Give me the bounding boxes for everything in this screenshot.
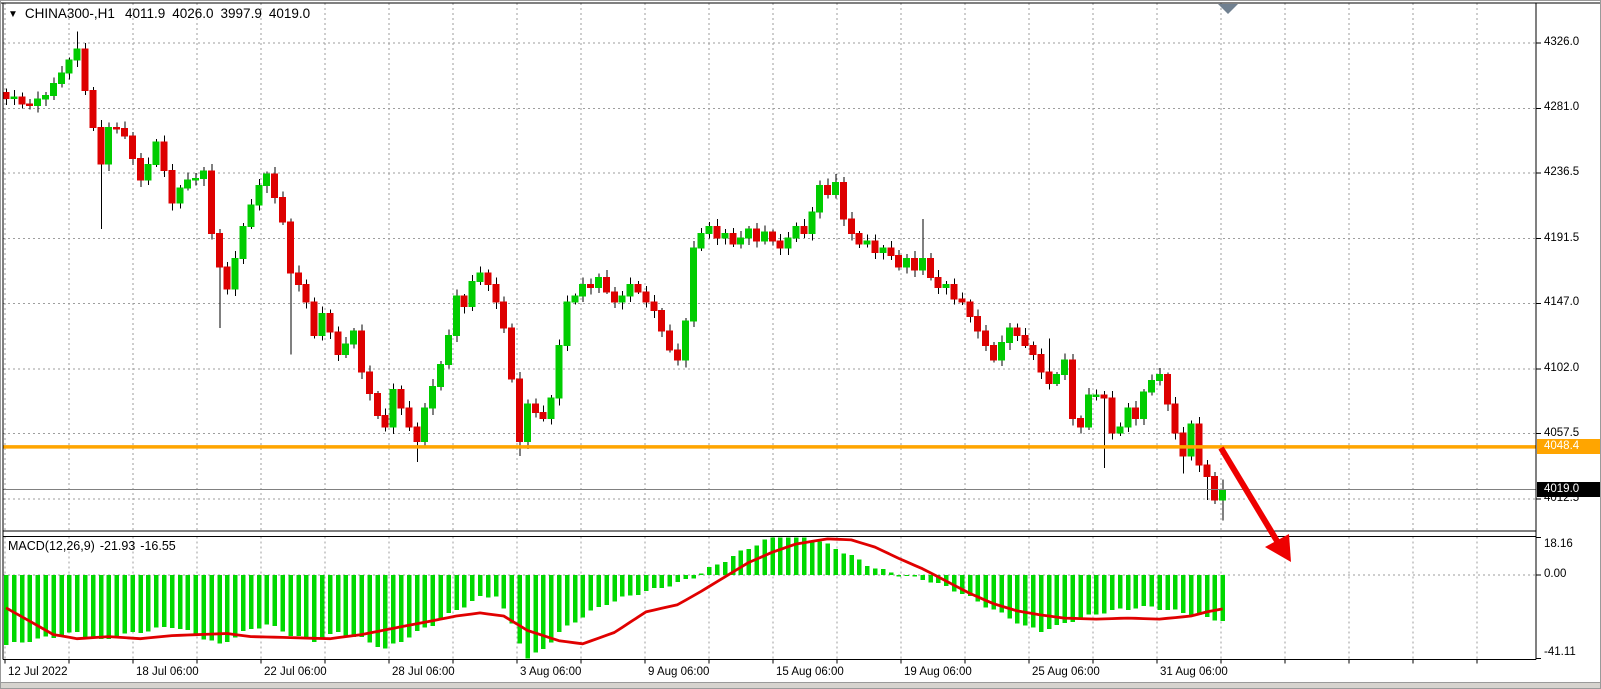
time-axis-label: 3 Aug 06:00 — [520, 666, 581, 678]
macd-value: -21.93 — [100, 539, 135, 553]
macd-scale-label: 18.16 — [1544, 538, 1573, 550]
macd-name: MACD(12,26,9) — [8, 539, 95, 553]
time-axis-label: 22 Jul 06:00 — [264, 666, 327, 678]
chart-title: ▼ CHINA300-,H1 4011.9 4026.0 3997.9 4019.0 — [8, 6, 317, 21]
time-axis-label: 28 Jul 06:00 — [392, 666, 455, 678]
ohlc-low: 3997.9 — [221, 6, 262, 21]
price-axis-label: 4236.5 — [1544, 166, 1579, 178]
hline-price-badge: 4048.4 — [1537, 439, 1601, 454]
macd-indicator-label: MACD(12,26,9) -21.93 -16.55 — [8, 539, 181, 553]
price-axis-label: 4326.0 — [1544, 36, 1579, 48]
time-axis-label: 25 Aug 06:00 — [1032, 666, 1100, 678]
price-axis-label: 4147.0 — [1544, 296, 1579, 308]
ohlc-close: 4019.0 — [269, 6, 310, 21]
trading-chart-window: ▼ CHINA300-,H1 4011.9 4026.0 3997.9 4019.0 MA… — [0, 0, 1601, 689]
gridlines — [3, 3, 1536, 660]
ohlc-open: 4011.9 — [125, 6, 165, 21]
symbol-period-label: CHINA300-,H1 — [25, 6, 115, 21]
time-axis-label: 19 Aug 06:00 — [904, 666, 972, 678]
time-axis-label: 31 Aug 06:00 — [1160, 666, 1228, 678]
symbol-dropdown-icon[interactable]: ▼ — [8, 9, 18, 20]
ohlc-high: 4026.0 — [172, 6, 213, 21]
window-bottom-edge — [1, 682, 1601, 688]
price-axis-label: 4191.5 — [1544, 232, 1579, 244]
price-axis-label: 4281.0 — [1544, 101, 1579, 113]
time-axis-label: 12 Jul 2022 — [8, 666, 67, 678]
macd-scale-label: 0.00 — [1544, 568, 1566, 580]
time-axis-label: 9 Aug 06:00 — [648, 666, 709, 678]
macd-signal-value: -16.55 — [140, 539, 175, 553]
bid-price-badge: 4019.0 — [1537, 482, 1601, 497]
chart-canvas[interactable] — [1, 1, 1601, 689]
macd-indicator — [4, 538, 1225, 659]
panel-frames — [1, 3, 1601, 664]
time-axis-label: 18 Jul 06:00 — [136, 666, 199, 678]
time-axis-label: 15 Aug 06:00 — [776, 666, 844, 678]
macd-scale-label: -41.11 — [1544, 646, 1576, 658]
trend-arrow[interactable] — [1221, 448, 1291, 562]
price-axis-label: 4057.5 — [1544, 427, 1579, 439]
price-axis-label: 4102.0 — [1544, 362, 1579, 374]
